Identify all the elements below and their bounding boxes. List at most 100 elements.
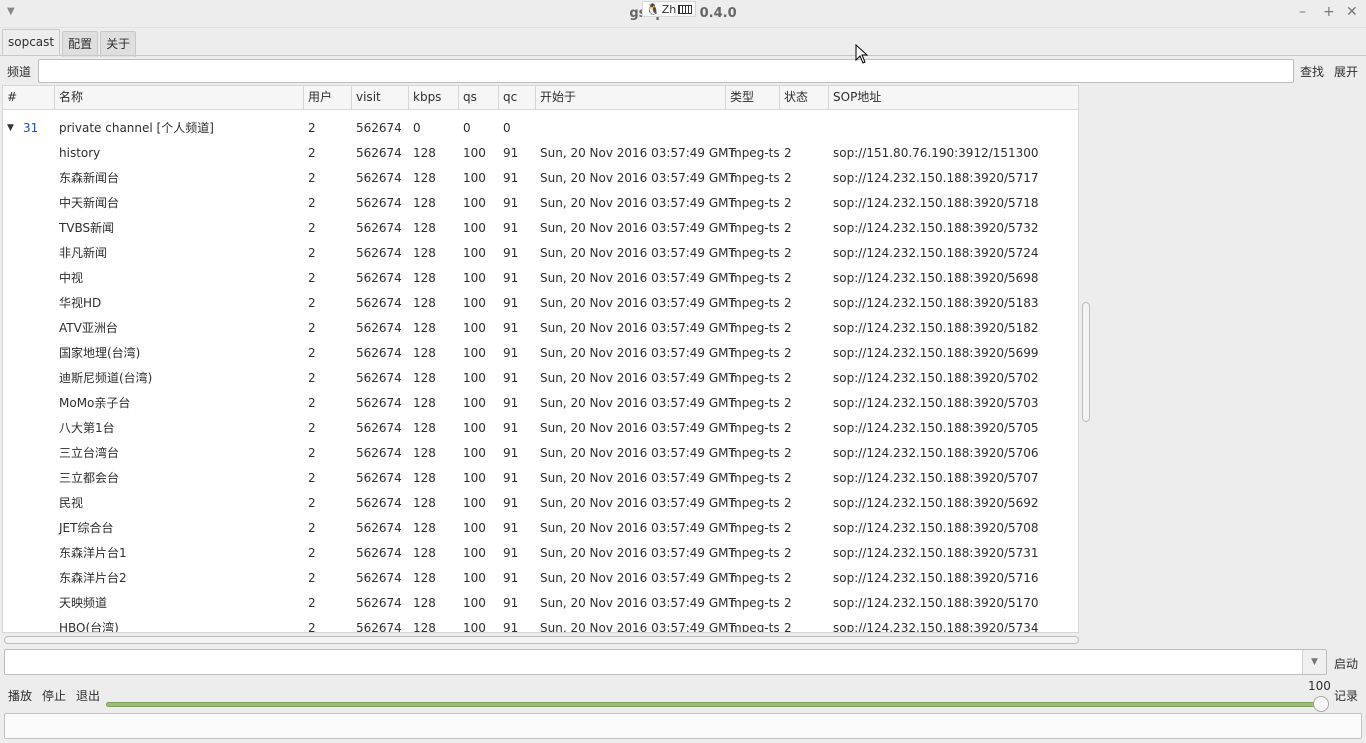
tab-config[interactable]: 配置: [62, 31, 99, 57]
table-row[interactable]: history 2 562674 128 100 91 Sun, 20 Nov 2016 0…: [3, 141, 1078, 166]
group-row[interactable]: ▼ 31 private channel [个人频道] 2 562674 0 0…: [3, 116, 1078, 141]
tab-about[interactable]: 关于: [100, 31, 137, 57]
column-header-qc[interactable]: qc: [499, 86, 536, 110]
table-row[interactable]: TVBS新闻 2 562674 128 100 91 Sun, 20 Nov 2016 03…: [3, 216, 1078, 241]
channel-qc: 91: [503, 221, 519, 235]
channel-type: mpeg-ts: [730, 496, 780, 510]
group-name: private channel [个人频道]: [59, 121, 214, 135]
url-combo[interactable]: ▼: [4, 649, 1327, 675]
channel-table[interactable]: # 名称 用户 visit kbps qs qc 开始于 类型 状态 SOP地址…: [2, 85, 1079, 633]
horizontal-scrollbar[interactable]: [2, 635, 1092, 645]
table-row[interactable]: 民视 2 562674 128 100 91 Sun, 20 Nov 2016 03:57:…: [3, 491, 1078, 516]
channel-name: 非凡新闻: [59, 246, 108, 260]
volume-slider[interactable]: [106, 702, 1324, 707]
play-button[interactable]: 播放: [8, 687, 32, 704]
record-button[interactable]: 记录: [1334, 687, 1358, 704]
start-button[interactable]: 启动: [1334, 655, 1358, 672]
table-row[interactable]: 东森洋片台2 2 562674 128 100 91 Sun, 20 Nov 2016 03…: [3, 566, 1078, 591]
table-row[interactable]: 非凡新闻 2 562674 128 100 91 Sun, 20 Nov 2016 03:5…: [3, 241, 1078, 266]
channel-start-time: Sun, 20 Nov 2016 03:57:49 GMT: [540, 546, 736, 560]
channel-visit: 562674: [356, 221, 402, 235]
table-row[interactable]: 华视HD 2 562674 128 100 91 Sun, 20 Nov 2016 03:5…: [3, 291, 1078, 316]
channel-visit: 562674: [356, 421, 402, 435]
channel-type: mpeg-ts: [730, 346, 780, 360]
channel-type: mpeg-ts: [730, 296, 780, 310]
channel-visit: 562674: [356, 321, 402, 335]
title-bar: ▼ gsopcast 0.4.0 🐧 Zh – + ✕: [0, 0, 1366, 28]
column-header-visit[interactable]: visit: [352, 86, 409, 110]
ime-indicator[interactable]: 🐧 Zh: [642, 1, 697, 17]
find-button[interactable]: 查找: [1300, 63, 1324, 80]
channel-qc: 91: [503, 246, 519, 260]
channel-type: mpeg-ts: [730, 146, 780, 160]
channel-sop-address: sop://124.232.150.188:3920/5731: [833, 546, 1039, 560]
column-header-name[interactable]: 名称: [55, 86, 304, 110]
column-header-type[interactable]: 类型: [726, 86, 780, 110]
table-row[interactable]: 天映频道 2 562674 128 100 91 Sun, 20 Nov 2016 03:5…: [3, 591, 1078, 616]
channel-status: 2: [784, 446, 792, 460]
channel-qs: 100: [463, 296, 486, 310]
channel-status: 2: [784, 546, 792, 560]
channel-sop-address: sop://124.232.150.188:3920/5724: [833, 246, 1039, 260]
vertical-scrollbar[interactable]: [1081, 85, 1091, 633]
table-row[interactable]: 三立台湾台 2 562674 128 100 91 Sun, 20 Nov 2016 03:…: [3, 441, 1078, 466]
maximize-icon[interactable]: +: [1323, 4, 1335, 20]
channel-kbps: 128: [413, 596, 436, 610]
channel-users: 2: [308, 546, 316, 560]
expand-button[interactable]: 展开: [1334, 63, 1358, 80]
close-icon[interactable]: ✕: [1346, 4, 1358, 20]
column-header-users[interactable]: 用户: [304, 86, 352, 110]
table-row[interactable]: ATV亚洲台 2 562674 128 100 91 Sun, 20 Nov 2016 03…: [3, 316, 1078, 341]
table-row[interactable]: 中天新闻台 2 562674 128 100 91 Sun, 20 Nov 2016 03:…: [3, 191, 1078, 216]
table-row[interactable]: 八大第1台 2 562674 128 100 91 Sun, 20 Nov 2016 03:…: [3, 416, 1078, 441]
channel-status: 2: [784, 146, 792, 160]
quit-button[interactable]: 退出: [76, 687, 100, 704]
channel-kbps: 128: [413, 471, 436, 485]
channel-type: mpeg-ts: [730, 396, 780, 410]
chevron-down-icon[interactable]: ▼: [1302, 650, 1326, 674]
table-row[interactable]: 东森洋片台1 2 562674 128 100 91 Sun, 20 Nov 2016 03…: [3, 541, 1078, 566]
channel-visit: 562674: [356, 271, 402, 285]
column-header-sop[interactable]: SOP地址: [829, 86, 1078, 110]
table-row[interactable]: JET综合台 2 562674 128 100 91 Sun, 20 Nov 2016 03…: [3, 516, 1078, 541]
channel-kbps: 128: [413, 546, 436, 560]
channel-search-input[interactable]: [38, 59, 1294, 83]
channel-sop-address: sop://124.232.150.188:3920/5699: [833, 346, 1039, 360]
table-row[interactable]: 三立都会台 2 562674 128 100 91 Sun, 20 Nov 2016 03:…: [3, 466, 1078, 491]
channel-kbps: 128: [413, 371, 436, 385]
column-header-status[interactable]: 状态: [780, 86, 829, 110]
expander-down-icon[interactable]: ▼: [7, 116, 14, 141]
channel-visit: 562674: [356, 446, 402, 460]
channel-visit: 562674: [356, 146, 402, 160]
column-header-start[interactable]: 开始于: [536, 86, 726, 110]
channel-qc: 91: [503, 446, 519, 460]
channel-sop-address: sop://124.232.150.188:3920/5718: [833, 196, 1039, 210]
column-header-qs[interactable]: qs: [459, 86, 499, 110]
channel-name: 东森洋片台2: [59, 571, 127, 585]
channel-users: 2: [308, 221, 316, 235]
channel-qc: 91: [503, 321, 519, 335]
tab-sopcast[interactable]: sopcast: [2, 29, 61, 56]
table-row[interactable]: 迪斯尼频道(台湾) 2 562674 128 100 91 Sun, 20 Nov 2016…: [3, 366, 1078, 391]
minimize-icon[interactable]: –: [1299, 4, 1306, 20]
channel-kbps: 128: [413, 346, 436, 360]
vertical-scroll-thumb[interactable]: [1082, 302, 1090, 422]
table-body: ▼ 31 private channel [个人频道] 2 562674 0 0…: [3, 116, 1078, 632]
table-row[interactable]: HBO(台湾) 2 562674 128 100 91 Sun, 20 Nov 2016 0…: [3, 616, 1078, 632]
channel-type: mpeg-ts: [730, 446, 780, 460]
channel-qc: 91: [503, 546, 519, 560]
column-header-index[interactable]: #: [3, 86, 55, 110]
column-header-kbps[interactable]: kbps: [409, 86, 459, 110]
channel-users: 2: [308, 196, 316, 210]
channel-start-time: Sun, 20 Nov 2016 03:57:49 GMT: [540, 571, 736, 585]
horizontal-scroll-thumb[interactable]: [4, 636, 1079, 644]
table-row[interactable]: 东森新闻台 2 562674 128 100 91 Sun, 20 Nov 2016 03:…: [3, 166, 1078, 191]
table-row[interactable]: 国家地理(台湾) 2 562674 128 100 91 Sun, 20 Nov 2016 …: [3, 341, 1078, 366]
channel-qc: 91: [503, 521, 519, 535]
volume-slider-handle[interactable]: [1313, 696, 1329, 712]
stop-button[interactable]: 停止: [42, 687, 66, 704]
channel-users: 2: [308, 346, 316, 360]
channel-users: 2: [308, 246, 316, 260]
table-row[interactable]: 中视 2 562674 128 100 91 Sun, 20 Nov 2016 03:57:…: [3, 266, 1078, 291]
table-row[interactable]: MoMo亲子台 2 562674 128 100 91 Sun, 20 Nov 2016 0…: [3, 391, 1078, 416]
